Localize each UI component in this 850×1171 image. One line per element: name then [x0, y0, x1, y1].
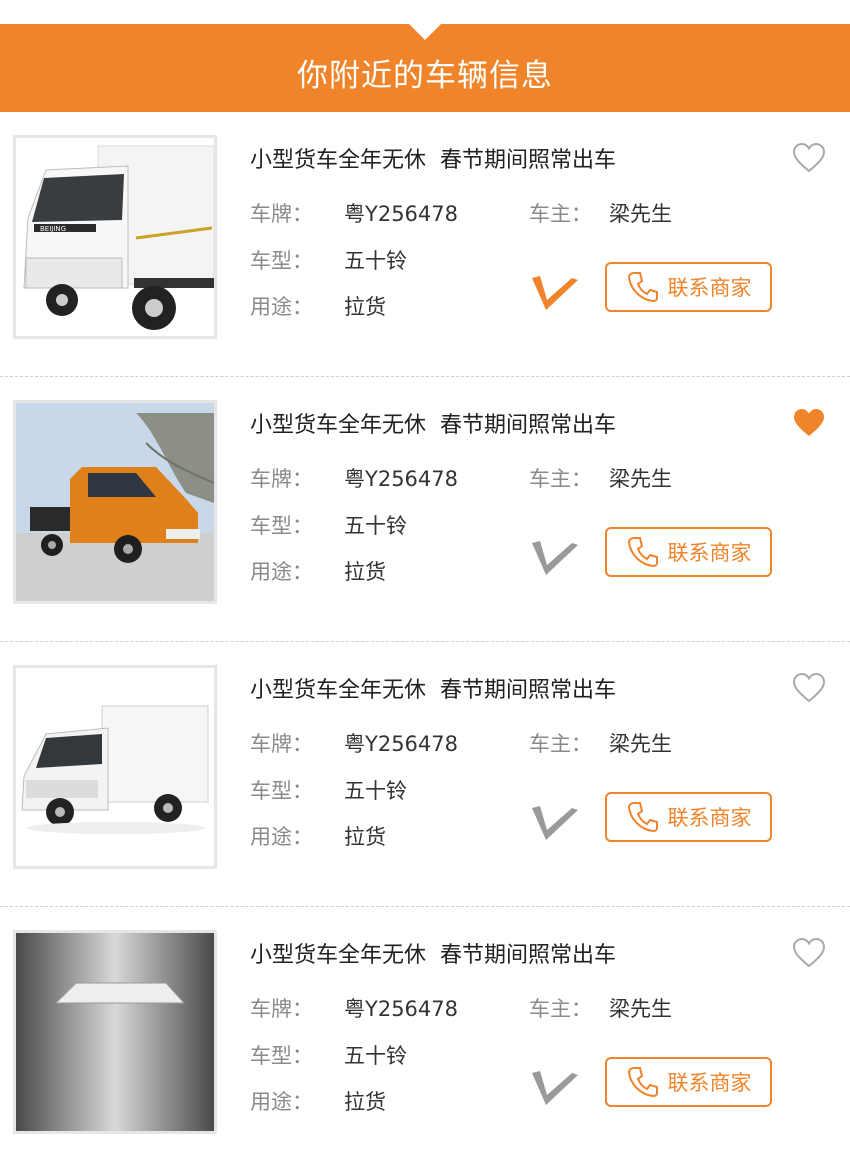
model-value: 五十铃	[344, 1044, 407, 1068]
use-label: 用途：	[250, 295, 313, 319]
vehicle-photo[interactable]	[13, 930, 217, 1134]
use-label: 用途：	[250, 560, 313, 584]
use-label: 用途：	[250, 1090, 313, 1114]
model-value: 五十铃	[344, 249, 407, 273]
favorite-heart-filled-icon[interactable]	[792, 407, 826, 439]
contact-merchant-button[interactable]: 联系商家	[605, 262, 772, 312]
favorite-heart-icon[interactable]	[792, 937, 826, 969]
truck-image: BEIJING	[16, 138, 214, 336]
svg-text:BEIJING: BEIJING	[40, 225, 66, 233]
contact-label: 联系商家	[667, 276, 752, 300]
favorite-heart-icon[interactable]	[792, 672, 826, 704]
card-title: 小型货车全年无休 春节期间照常出车	[250, 148, 616, 173]
owner-value: 梁先生	[609, 202, 672, 226]
owner-label: 车主：	[529, 997, 592, 1021]
verified-v-icon[interactable]	[528, 1065, 582, 1111]
use-value: 拉货	[344, 295, 386, 319]
vehicle-card[interactable]: 小型货车全年无休 春节期间照常出车 车牌： 粤Y256478 车主： 梁先生 车…	[0, 377, 850, 642]
contact-label: 联系商家	[667, 541, 752, 565]
plate-value: 粤Y256478	[344, 997, 458, 1021]
owner-value: 梁先生	[609, 997, 672, 1021]
vehicle-card[interactable]: 小型货车全年无休 春节期间照常出车 车牌： 粤Y256478 车主： 梁先生 车…	[0, 642, 850, 907]
contact-label: 联系商家	[667, 1071, 752, 1095]
truck-image	[16, 668, 214, 866]
use-value: 拉货	[344, 825, 386, 849]
vehicle-photo[interactable]	[13, 665, 217, 869]
verified-v-icon[interactable]	[528, 270, 582, 316]
plate-label: 车牌：	[250, 467, 313, 491]
vehicle-list: BEIJING 小型货车全年无休 春节期间照常出车 车牌： 粤Y256478 车…	[0, 112, 850, 1171]
verified-v-icon[interactable]	[528, 535, 582, 581]
contact-merchant-button[interactable]: 联系商家	[605, 1057, 772, 1107]
van-image	[16, 403, 214, 601]
vehicle-photo[interactable]: BEIJING	[13, 135, 217, 339]
verified-v-icon[interactable]	[528, 800, 582, 846]
use-value: 拉货	[344, 1090, 386, 1114]
plate-label: 车牌：	[250, 732, 313, 756]
phone-icon	[627, 537, 658, 568]
contact-merchant-button[interactable]: 联系商家	[605, 527, 772, 577]
header-notch	[409, 24, 441, 40]
favorite-heart-icon[interactable]	[792, 142, 826, 174]
page-title: 你附近的车辆信息	[297, 57, 553, 94]
use-label: 用途：	[250, 825, 313, 849]
model-label: 车型：	[250, 514, 313, 538]
plate-value: 粤Y256478	[344, 467, 458, 491]
model-value: 五十铃	[344, 779, 407, 803]
owner-label: 车主：	[529, 202, 592, 226]
model-label: 车型：	[250, 779, 313, 803]
contact-label: 联系商家	[667, 806, 752, 830]
truck-image	[16, 933, 214, 1131]
plate-label: 车牌：	[250, 202, 313, 226]
model-value: 五十铃	[344, 514, 407, 538]
vehicle-card[interactable]: 小型货车全年无休 春节期间照常出车 车牌： 粤Y256478 车主： 梁先生 车…	[0, 907, 850, 1171]
plate-value: 粤Y256478	[344, 202, 458, 226]
model-label: 车型：	[250, 249, 313, 273]
owner-label: 车主：	[529, 467, 592, 491]
page-header: 你附近的车辆信息	[0, 24, 850, 112]
phone-icon	[627, 1067, 658, 1098]
plate-value: 粤Y256478	[344, 732, 458, 756]
phone-icon	[627, 802, 658, 833]
vehicle-card[interactable]: BEIJING 小型货车全年无休 春节期间照常出车 车牌： 粤Y256478 车…	[0, 112, 850, 377]
plate-label: 车牌：	[250, 997, 313, 1021]
contact-merchant-button[interactable]: 联系商家	[605, 792, 772, 842]
owner-label: 车主：	[529, 732, 592, 756]
card-title: 小型货车全年无休 春节期间照常出车	[250, 678, 616, 703]
owner-value: 梁先生	[609, 732, 672, 756]
card-title: 小型货车全年无休 春节期间照常出车	[250, 413, 616, 438]
phone-icon	[627, 272, 658, 303]
card-title: 小型货车全年无休 春节期间照常出车	[250, 943, 616, 968]
owner-value: 梁先生	[609, 467, 672, 491]
use-value: 拉货	[344, 560, 386, 584]
vehicle-photo[interactable]	[13, 400, 217, 604]
model-label: 车型：	[250, 1044, 313, 1068]
